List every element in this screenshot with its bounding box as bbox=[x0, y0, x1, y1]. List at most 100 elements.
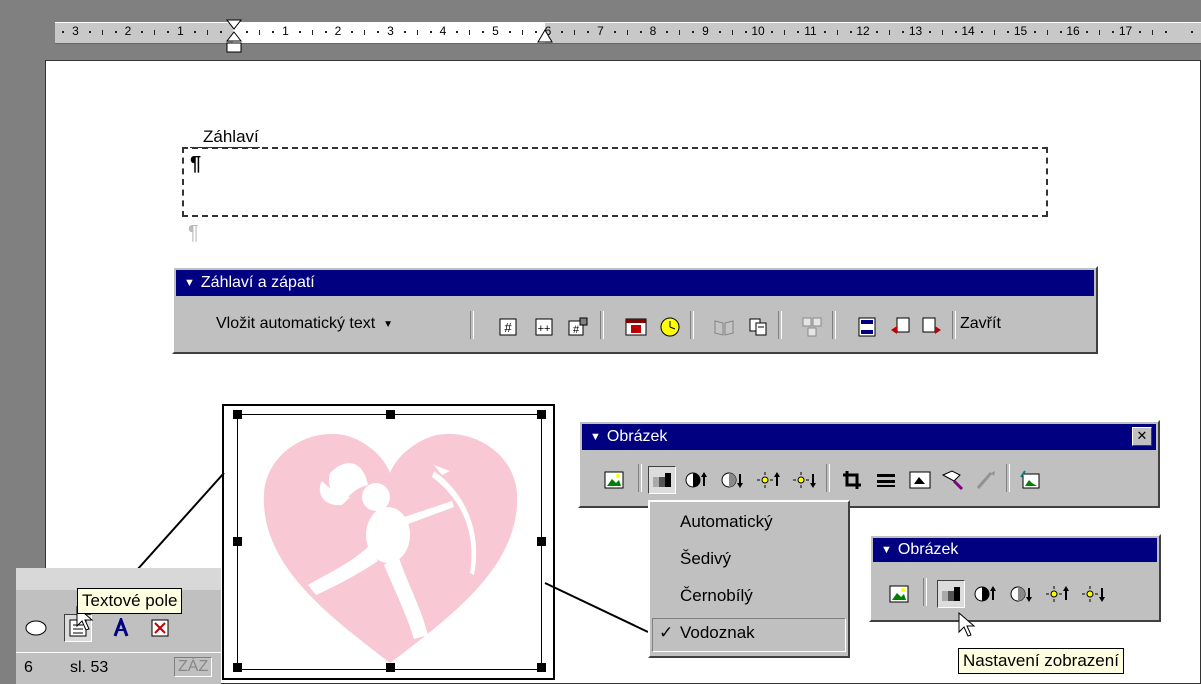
ruler-tick bbox=[928, 31, 931, 33]
ruler-tick bbox=[508, 31, 511, 33]
more-contrast-icon[interactable] bbox=[971, 580, 999, 608]
resize-handle-nw[interactable] bbox=[233, 410, 242, 419]
header-footer-toolbar-title[interactable]: ▼ Záhlaví a zápatí bbox=[176, 270, 1094, 296]
resize-handle-se[interactable] bbox=[537, 663, 546, 672]
ruler-tick bbox=[784, 30, 786, 35]
ruler-tick bbox=[88, 31, 91, 33]
insert-date-icon[interactable] bbox=[622, 313, 650, 341]
show-previous-icon[interactable] bbox=[886, 313, 914, 341]
watermark-picture[interactable] bbox=[237, 414, 542, 670]
resize-handle-w[interactable] bbox=[233, 537, 242, 546]
menu-item-black-white[interactable]: Černobílý bbox=[680, 586, 753, 606]
less-brightness-icon[interactable] bbox=[1079, 580, 1107, 608]
toolbar-separator bbox=[923, 578, 927, 606]
close-icon[interactable]: ✕ bbox=[1132, 427, 1152, 446]
crop-icon[interactable] bbox=[838, 466, 866, 494]
ruler-tick bbox=[994, 30, 996, 35]
ruler-tick bbox=[1191, 31, 1194, 33]
resize-handle-ne[interactable] bbox=[537, 410, 546, 419]
less-contrast-icon[interactable] bbox=[718, 466, 746, 494]
wordart-icon[interactable] bbox=[108, 614, 136, 642]
menu-item-automatic[interactable]: Automatický bbox=[680, 512, 773, 532]
header-footer-toolbar[interactable]: ▼ Záhlaví a zápatí Vložit automatický te… bbox=[172, 266, 1098, 354]
ruler-tick bbox=[1046, 30, 1048, 35]
resize-handle-e[interactable] bbox=[537, 537, 546, 546]
header-box[interactable]: ¶ bbox=[182, 147, 1048, 217]
mouse-cursor-icon bbox=[958, 612, 976, 637]
insert-page-number-icon[interactable]: # bbox=[494, 313, 522, 341]
toolbar-separator bbox=[1006, 464, 1010, 492]
right-indent-marker[interactable] bbox=[537, 28, 553, 46]
insert-autotext-button[interactable]: Vložit automatický text ▼ bbox=[186, 304, 393, 344]
ruler-tick bbox=[823, 31, 826, 33]
toolbar-separator bbox=[638, 464, 642, 492]
toolbar-title-text: Obrázek bbox=[897, 541, 959, 558]
picture-toolbar-small[interactable]: ▼ Obrázek bbox=[869, 534, 1161, 622]
more-brightness-icon[interactable] bbox=[1043, 580, 1071, 608]
menu-item-watermark-selected[interactable]: ✓ Vodoznak bbox=[652, 618, 846, 652]
ruler-number: 3 bbox=[72, 24, 79, 38]
image-control-tooltip: Nastavení zobrazení bbox=[958, 648, 1124, 674]
toolbar-menu-icon[interactable]: ▼ bbox=[590, 431, 601, 443]
close-header-footer-button[interactable]: Zavřít bbox=[960, 304, 1001, 344]
ruler-tick bbox=[954, 31, 957, 33]
resize-handle-n[interactable] bbox=[386, 410, 395, 419]
body-pilcrow: ¶ bbox=[188, 222, 199, 244]
ruler-tick bbox=[941, 30, 943, 35]
status-section: sl. 53 bbox=[70, 659, 109, 676]
ruler-tick bbox=[364, 30, 366, 35]
toolbar-title-text: Obrázek bbox=[606, 428, 668, 445]
same-as-previous-icon[interactable] bbox=[798, 313, 826, 341]
ruler-tick bbox=[101, 30, 103, 35]
left-indent-marker[interactable] bbox=[226, 18, 242, 58]
horizontal-ruler[interactable]: 3 2 1 1 2 3 4 5 6 7 8 9 10 11 12 13 14 15 16 17 bbox=[0, 0, 1201, 53]
ruler-tick bbox=[561, 31, 564, 33]
toolbar-menu-icon[interactable]: ▼ bbox=[881, 544, 892, 556]
insert-picture-icon[interactable] bbox=[600, 466, 628, 494]
menu-item-grayscale[interactable]: Šedivý bbox=[680, 549, 731, 569]
ruler-tick bbox=[141, 31, 144, 33]
ruler-number: 17 bbox=[1118, 24, 1133, 38]
insert-page-count-icon[interactable]: ++ bbox=[530, 313, 558, 341]
check-icon: ✓ bbox=[659, 623, 674, 642]
image-control-icon[interactable] bbox=[937, 580, 965, 608]
format-picture-icon[interactable] bbox=[938, 466, 966, 494]
less-contrast-icon[interactable] bbox=[1007, 580, 1035, 608]
picture-toolbar-title[interactable]: ▼ Obrázek ✕ bbox=[582, 424, 1156, 450]
header-label: Záhlaví bbox=[203, 127, 259, 146]
text-wrapping-icon[interactable] bbox=[906, 466, 934, 494]
ruler-tick bbox=[154, 30, 156, 35]
ruler-tick bbox=[377, 31, 380, 33]
toolbar-separator bbox=[952, 311, 956, 339]
insert-picture-icon[interactable] bbox=[885, 580, 913, 608]
more-contrast-icon[interactable] bbox=[682, 466, 710, 494]
ellipse-icon[interactable] bbox=[22, 614, 50, 642]
clip-art-icon[interactable] bbox=[146, 614, 174, 642]
insert-time-icon[interactable] bbox=[656, 313, 684, 341]
show-hide-text-icon[interactable] bbox=[744, 313, 772, 341]
reset-picture-icon[interactable] bbox=[1016, 466, 1044, 494]
show-next-icon[interactable] bbox=[918, 313, 946, 341]
image-control-menu[interactable]: Automatický Šedivý Černobílý ✓ Vodoznak bbox=[648, 500, 850, 658]
picture-toolbar[interactable]: ▼ Obrázek ✕ bbox=[578, 420, 1160, 508]
ruler-number: 7 bbox=[597, 24, 604, 38]
ruler-number: 11 bbox=[804, 24, 817, 38]
less-brightness-icon[interactable] bbox=[790, 466, 818, 494]
picture-toolbar-small-title[interactable]: ▼ Obrázek bbox=[873, 538, 1157, 562]
resize-handle-s[interactable] bbox=[386, 663, 395, 672]
page-setup-icon[interactable] bbox=[710, 313, 738, 341]
toolbar-separator bbox=[832, 311, 836, 339]
more-brightness-icon[interactable] bbox=[754, 466, 782, 494]
svg-text:#: # bbox=[573, 324, 580, 336]
resize-handle-sw[interactable] bbox=[233, 663, 242, 672]
ruler-tick bbox=[272, 31, 275, 33]
switch-header-footer-icon[interactable] bbox=[854, 313, 882, 341]
ruler-number: 1 bbox=[177, 24, 184, 38]
line-style-icon[interactable] bbox=[872, 466, 900, 494]
image-control-icon[interactable] bbox=[648, 466, 676, 494]
drawing-toolbar-area[interactable]: 6 sl. 53 ZÁZ bbox=[16, 568, 221, 684]
toolbar-menu-icon[interactable]: ▼ bbox=[184, 277, 195, 289]
format-page-number-icon[interactable]: # bbox=[564, 313, 592, 341]
toolbar-separator bbox=[600, 311, 604, 339]
set-transparent-color-icon[interactable] bbox=[972, 466, 1000, 494]
